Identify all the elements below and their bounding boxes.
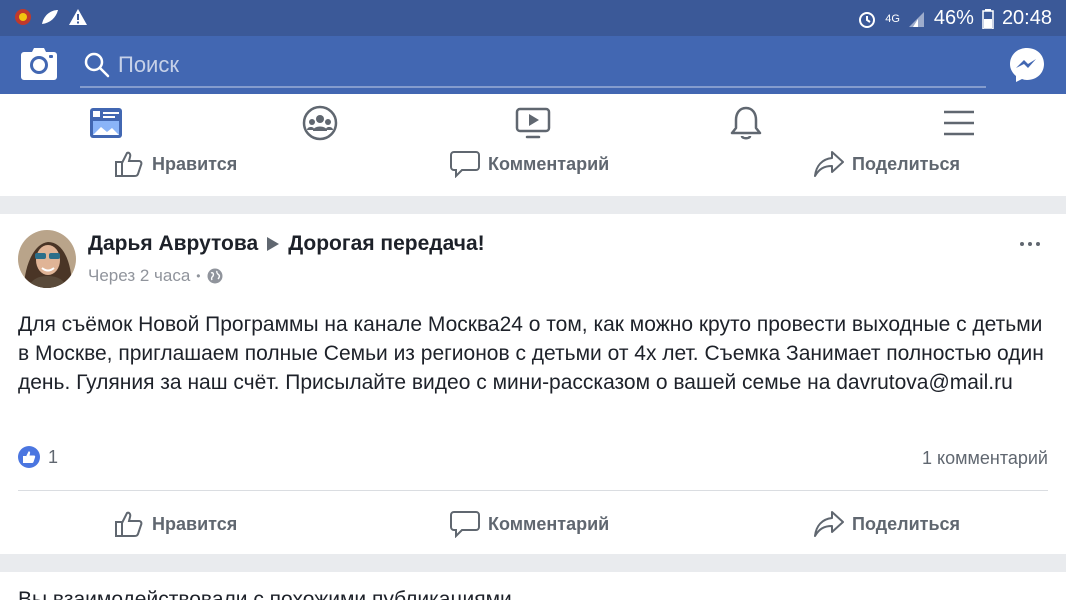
app-bar [0, 36, 1066, 94]
groups-icon [302, 105, 338, 141]
author-photo [18, 230, 76, 288]
dot-icon [1020, 242, 1024, 246]
post-actions: Нравится Комментарий Поделиться [0, 502, 1066, 546]
dot-icon [1036, 242, 1040, 246]
group-name[interactable]: Дорогая передача! [288, 232, 484, 256]
leaf-icon [42, 10, 58, 24]
like-button[interactable]: Нравится [114, 502, 237, 546]
comment-icon [450, 151, 480, 178]
comment-icon [450, 511, 480, 538]
news-feed-icon [90, 108, 122, 138]
comment-button[interactable]: Комментарий [450, 502, 609, 546]
status-system: 4G 46% 20:48 [857, 7, 1052, 30]
share-button[interactable]: Поделиться [814, 502, 960, 546]
alarm-icon [859, 11, 876, 28]
tab-notifications[interactable] [706, 94, 786, 152]
search-icon [84, 52, 110, 78]
dot-icon [1028, 242, 1032, 246]
network-type: 4G [885, 12, 900, 25]
meta-separator: • [196, 269, 201, 283]
more-options-button[interactable] [1020, 242, 1040, 246]
comment-label: Комментарий [488, 513, 610, 534]
feed-divider [0, 196, 1066, 214]
app-notification-icon [15, 9, 31, 25]
status-notifications [14, 8, 88, 26]
post-meta: Через 2 часа • [88, 266, 223, 286]
like-label: Нравится [152, 513, 238, 534]
signal-icon [908, 11, 924, 27]
battery-percent: 46% [933, 7, 974, 29]
search-bar[interactable] [80, 44, 986, 88]
warning-icon [69, 9, 87, 25]
share-icon [814, 151, 844, 177]
share-label: Поделиться [852, 153, 961, 174]
clock: 20:48 [1001, 7, 1052, 29]
thumbs-up-icon [115, 511, 143, 537]
share-icon [814, 511, 844, 537]
thumbs-up-icon [115, 151, 143, 177]
likes-count: 1 [48, 446, 59, 467]
like-label: Нравится [152, 153, 238, 174]
like-reaction-icon [18, 446, 40, 468]
status-bar: 4G 46% 20:48 [0, 0, 1066, 36]
post-separator [18, 490, 1048, 491]
share-button[interactable]: Поделиться [814, 142, 960, 186]
arrow-right-icon [267, 237, 280, 251]
like-button[interactable]: Нравится [114, 142, 237, 186]
comment-button[interactable]: Комментарий [450, 142, 609, 186]
camera-icon [21, 48, 57, 80]
messenger-button[interactable] [1008, 46, 1046, 84]
battery-icon [982, 8, 994, 29]
author-name[interactable]: Дарья Аврутова [88, 232, 258, 256]
video-icon [515, 107, 551, 139]
feed-divider [0, 554, 1066, 572]
share-label: Поделиться [852, 513, 961, 534]
avatar[interactable] [18, 230, 76, 288]
next-section-title: Вы взаимодействовали с похожими публикац… [18, 588, 512, 600]
comments-count[interactable]: 1 комментарий [922, 448, 1048, 469]
post-time[interactable]: Через 2 часа [88, 266, 190, 286]
reactions-summary[interactable]: 1 [18, 446, 58, 468]
post-card: Дарья Аврутова Дорогая передача! Через 2… [0, 214, 1066, 554]
previous-post-actions: Нравится Комментарий Поделиться [0, 151, 1066, 196]
next-section: Вы взаимодействовали с похожими публикац… [0, 572, 1066, 600]
post-header: Дарья Аврутова Дорогая передача! [88, 232, 485, 256]
comment-label: Комментарий [488, 153, 610, 174]
globe-icon [207, 268, 222, 284]
bell-icon [730, 106, 762, 140]
post-text: Для съёмок Новой Программы на канале Мос… [18, 313, 1044, 394]
tab-groups[interactable] [280, 94, 360, 152]
camera-button[interactable] [20, 46, 58, 82]
messenger-icon [1010, 48, 1044, 82]
search-input[interactable] [116, 48, 970, 82]
hamburger-menu-icon [944, 110, 974, 136]
